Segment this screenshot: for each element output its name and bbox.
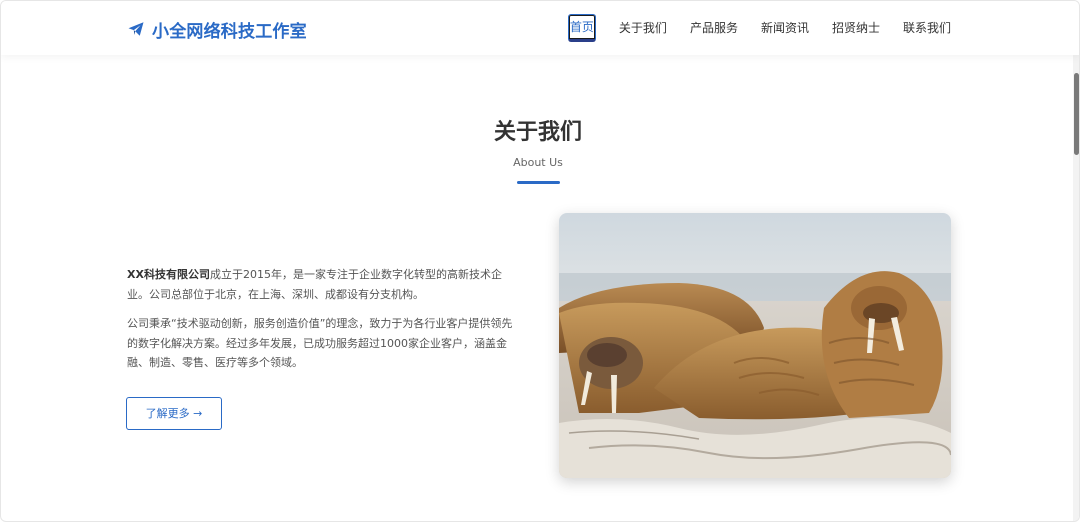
- about-paragraph-1: XX科技有限公司成立于2015年，是一家专注于企业数字化转型的高新技术企业。公司…: [127, 265, 519, 304]
- title-underline: [517, 181, 560, 184]
- company-name: XX科技有限公司: [127, 268, 210, 281]
- about-paragraph-2: 公司秉承“技术驱动创新，服务创造价值”的理念，致力于为各行业客户提供领先的数字化…: [127, 317, 513, 369]
- scrollbar-thumb[interactable]: [1074, 73, 1079, 155]
- site-header: 小全网络科技工作室 首页 关于我们 产品服务 新闻资讯 招贤纳士 联系我们: [1, 1, 1079, 55]
- about-text: XX科技有限公司成立于2015年，是一家专注于企业数字化转型的高新技术企业。公司…: [127, 265, 519, 383]
- nav-item-products[interactable]: 产品服务: [690, 14, 738, 42]
- learn-more-button[interactable]: 了解更多 →: [126, 397, 222, 430]
- nav-item-careers[interactable]: 招贤纳士: [832, 14, 880, 42]
- brand-name: 小全网络科技工作室: [152, 21, 307, 42]
- nav-item-about[interactable]: 关于我们: [619, 14, 667, 42]
- nav-item-news[interactable]: 新闻资讯: [761, 14, 809, 42]
- section-subtitle: About Us: [513, 156, 563, 169]
- section-title: 关于我们: [493, 120, 582, 145]
- nav-item-contact[interactable]: 联系我们: [903, 14, 951, 42]
- paper-plane-icon: [127, 20, 145, 38]
- main-nav: 首页 关于我们 产品服务 新闻资讯 招贤纳士 联系我们: [567, 14, 951, 42]
- about-image: [559, 213, 951, 478]
- page: 小全网络科技工作室 首页 关于我们 产品服务 新闻资讯 招贤纳士 联系我们 关于…: [0, 0, 1080, 522]
- brand-logo[interactable]: 小全网络科技工作室: [127, 17, 307, 42]
- vertical-scrollbar[interactable]: [1073, 55, 1079, 521]
- nav-item-home[interactable]: 首页: [567, 14, 596, 42]
